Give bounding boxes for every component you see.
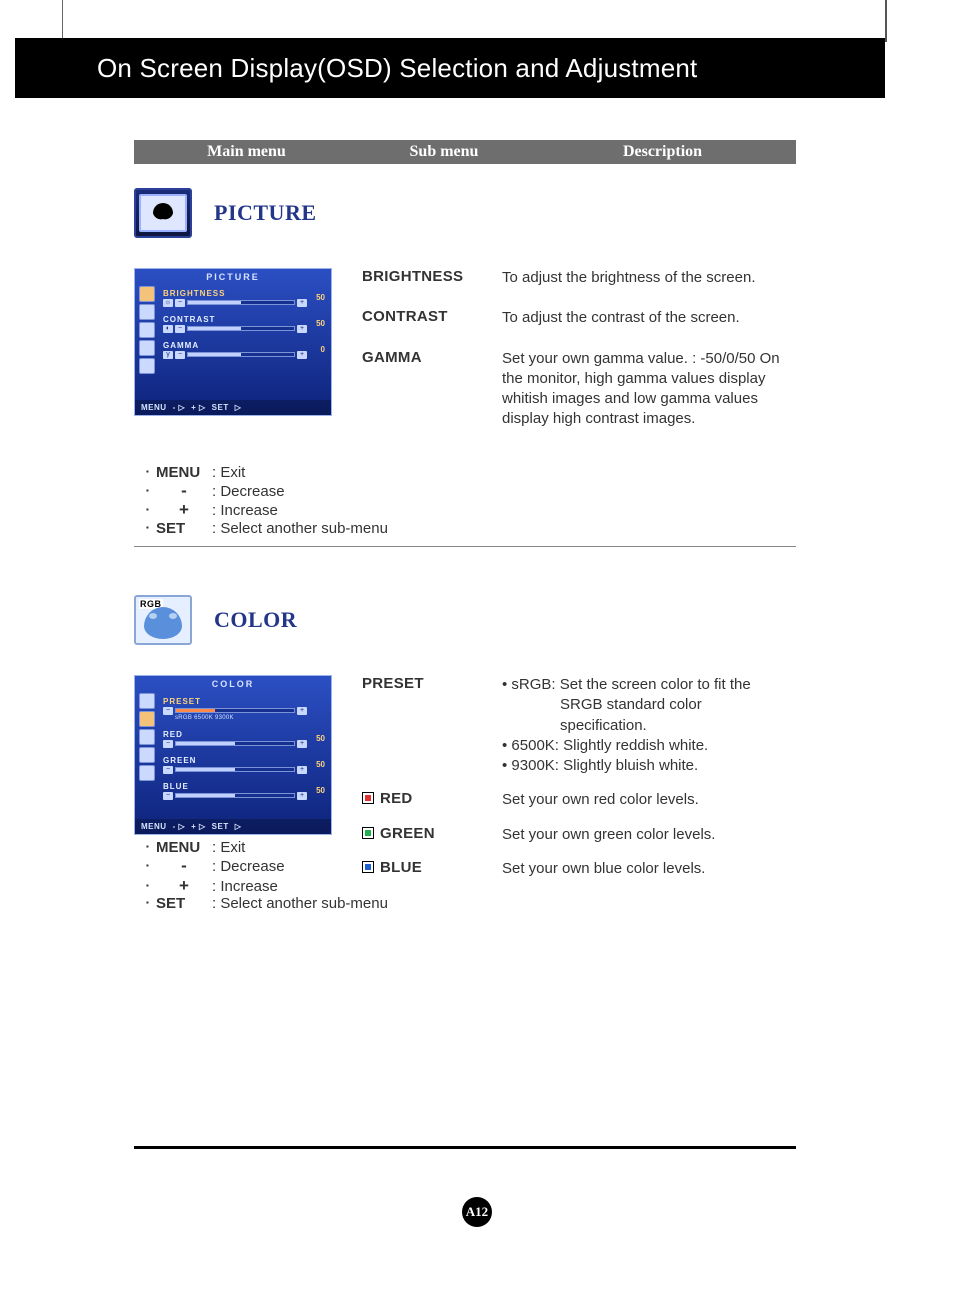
osd-picture-screenshot: PICTURE BRIGHTNESS ☼−+ 50 (134, 268, 332, 416)
osd-color-title: COLOR (135, 676, 331, 691)
osd-brightness-value: 50 (307, 293, 325, 302)
osd-gamma-value: 0 (307, 345, 325, 354)
crop-mark-left (62, 0, 63, 42)
color-heading: COLOR (214, 607, 297, 633)
sub-gamma-desc: Set your own gamma value. : -50/0/50 On … (502, 349, 796, 430)
osd-tab-icon (139, 711, 155, 727)
osd-color-screenshot: COLOR PRESET −+ sRGB 6500K 9300K (134, 675, 332, 835)
osd-red-value: 50 (307, 734, 325, 743)
osd-footer-menu: MENU (141, 403, 167, 412)
crop-mark-right (885, 0, 887, 42)
osd-picture-title: PICTURE (135, 269, 331, 284)
osd-blue-label: BLUE (163, 782, 307, 791)
osd-tab-icon (139, 304, 155, 320)
osd-footer-menu: MENU (141, 822, 167, 831)
osd-tab-icon (139, 340, 155, 356)
osd-tab-icon (139, 729, 155, 745)
sub-brightness-label: BRIGHTNESS (362, 268, 502, 288)
section-color: RGB COLOR COLOR PRESET −+ (134, 595, 796, 913)
page-title-bar: On Screen Display(OSD) Selection and Adj… (15, 38, 885, 98)
sub-preset-desc: • sRGB: Set the screen color to fit the … (502, 675, 796, 776)
green-square-icon (362, 827, 374, 839)
color-icon: RGB (134, 595, 192, 645)
osd-red-label: RED (163, 730, 307, 739)
osd-gamma-label: GAMMA (163, 341, 307, 350)
header-description: Description (529, 143, 796, 161)
osd-preset-label: PRESET (163, 697, 307, 706)
osd-footer-set: SET (212, 403, 229, 412)
osd-tab-icon (139, 747, 155, 763)
divider (134, 546, 796, 547)
sub-red-desc: Set your own red color levels. (502, 790, 796, 810)
sub-gamma-label: GAMMA (362, 349, 502, 430)
osd-blue-value: 50 (307, 786, 325, 795)
osd-tab-icon (139, 765, 155, 781)
footer-rule (134, 1146, 796, 1149)
header-main-menu: Main menu (134, 143, 359, 161)
red-square-icon (362, 792, 374, 804)
page-number: A12 (466, 1204, 488, 1220)
sub-preset-label: PRESET (362, 675, 502, 776)
osd-tab-icon (139, 286, 155, 302)
column-header-row: Main menu Sub menu Description (134, 140, 796, 164)
osd-contrast-label: CONTRAST (163, 315, 307, 324)
sub-contrast-desc: To adjust the contrast of the screen. (502, 308, 796, 328)
sub-red-label: RED (362, 790, 502, 810)
page-title: On Screen Display(OSD) Selection and Adj… (97, 53, 697, 84)
header-sub-menu: Sub menu (359, 143, 529, 161)
osd-tab-icon (139, 322, 155, 338)
sub-brightness-desc: To adjust the brightness of the screen. (502, 268, 796, 288)
osd-brightness-label: BRIGHTNESS (163, 289, 307, 298)
picture-heading: PICTURE (214, 200, 317, 226)
osd-tab-icon (139, 693, 155, 709)
picture-icon (134, 188, 192, 238)
section-picture: PICTURE PICTURE BRIGHTNESS ☼−+ (134, 188, 796, 537)
color-button-legend: MENU: Exit -: Decrease +: Increase SET: … (146, 839, 796, 913)
osd-green-value: 50 (307, 760, 325, 769)
osd-preset-marks: sRGB 6500K 9300K (163, 715, 307, 721)
sub-contrast-label: CONTRAST (362, 308, 502, 328)
osd-footer-set: SET (212, 822, 229, 831)
osd-contrast-value: 50 (307, 319, 325, 328)
osd-tab-icon (139, 358, 155, 374)
osd-green-label: GREEN (163, 756, 307, 765)
page-number-badge: A12 (462, 1197, 492, 1227)
palette-icon (144, 607, 182, 639)
picture-button-legend: MENU: Exit -: Decrease +: Increase SET: … (146, 464, 796, 538)
